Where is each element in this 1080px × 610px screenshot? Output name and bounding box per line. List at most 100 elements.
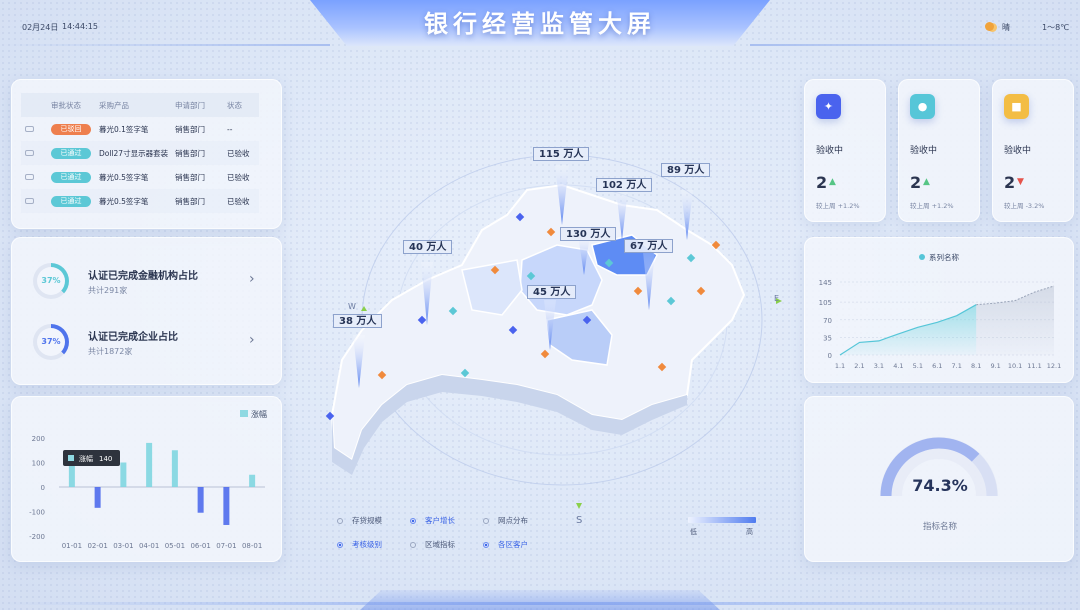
truck-icon: ■	[1004, 94, 1029, 119]
radio-icon[interactable]	[410, 518, 416, 524]
chevron-right-icon[interactable]: ›	[249, 332, 255, 348]
x-tick-label: 8.1	[971, 362, 981, 370]
kpi-value: 2	[816, 173, 828, 192]
area-future	[976, 286, 1054, 355]
x-tick-label: 01-01	[62, 542, 82, 550]
x-tick-label: 10.1	[1008, 362, 1022, 370]
map-region-base[interactable]	[330, 183, 746, 462]
x-tick-label: 02-01	[87, 542, 107, 550]
y-tick-label: 145	[819, 279, 832, 287]
x-tick-label: 05-01	[165, 542, 185, 550]
kpi-value: 2	[1004, 173, 1016, 192]
y-tick-label: 200	[32, 435, 45, 443]
legend-option-branches[interactable]: 网点分布	[483, 515, 528, 526]
bar-chart: 涨幅 200 100 0 -100 -200 01-01 02-01 03-01 04-01 05…	[29, 409, 267, 550]
x-tick-label: 3.1	[874, 362, 884, 370]
legend-label: 系列名称	[929, 252, 959, 262]
dept-cell: 销售部门	[175, 172, 205, 182]
approval-table: 审批状态 采购产品 申请部门 状态 已驳回 暮光0.1签字笔 销售部门 -- 已…	[21, 93, 259, 213]
compass-east: E	[774, 294, 780, 303]
temperature-text: 1～8℃	[1042, 23, 1070, 32]
legend-option-deposit[interactable]: 存贷规模	[337, 515, 382, 526]
user-group-icon: ●	[910, 94, 935, 119]
kpi-note: 较上周 -3.2%	[1004, 202, 1045, 210]
kpi-card[interactable]: ✦ 验收中 2 ▲ 较上周 +1.2%	[804, 79, 886, 222]
row-checkbox[interactable]	[25, 173, 34, 180]
map-region-lightblue[interactable]	[519, 244, 603, 316]
legend-option-region-index[interactable]: 区域指标	[410, 539, 455, 550]
table-header: 审批状态	[47, 93, 95, 117]
row-checkbox[interactable]	[25, 125, 34, 132]
bar	[249, 474, 256, 487]
dept-cell: 销售部门	[171, 189, 223, 213]
y-tick-label: -100	[29, 509, 45, 517]
y-tick-label: 35	[823, 334, 832, 342]
legend-option-assessment[interactable]: 考核级别	[337, 539, 382, 550]
table-row[interactable]: 已通过 暮光0.5签字笔 销售部门 已验收	[21, 189, 259, 213]
scale-low-label: 低	[690, 528, 697, 536]
ring-percent: 37%	[37, 328, 65, 356]
compass-south: S	[576, 515, 583, 526]
map-value-label: 40 万人	[403, 240, 453, 254]
x-tick-label: 08-01	[242, 542, 262, 550]
bar-chart-panel: 涨幅 200 100 0 -100 -200 01-01 02-01 03-01 04-01 05…	[11, 396, 282, 562]
radio-icon[interactable]	[483, 542, 489, 548]
x-tick-label: 11.1	[1027, 362, 1041, 370]
kpi-label: 验收中	[816, 146, 844, 156]
table-row[interactable]: 已通过 暮光0.5签字笔 销售部门 已验收	[21, 165, 259, 189]
trend-up-icon: ▲	[829, 177, 836, 187]
gauge-name: 指标名称	[922, 522, 957, 532]
bar	[197, 487, 204, 513]
map-value-label: 102 万人	[596, 178, 653, 192]
row-checkbox[interactable]	[25, 197, 34, 204]
kpi-note: 较上周 +1.2%	[816, 202, 860, 210]
weather-text: 晴	[1002, 23, 1010, 32]
y-tick-label: -200	[29, 533, 45, 541]
tooltip: 涨幅 140	[63, 450, 120, 466]
table-row[interactable]: 已通过 Doll27寸显示器套装 销售部门 已验收	[21, 141, 259, 165]
area-highlight	[840, 304, 977, 355]
gauge-value: 74.3%	[912, 476, 968, 495]
bar	[146, 442, 153, 487]
compass-west: W	[348, 302, 356, 311]
table-header: 状态	[223, 93, 259, 117]
legend-swatch	[240, 410, 248, 417]
legend-option-customer-growth[interactable]: 客户增长	[410, 515, 455, 526]
cert-enterprise-row[interactable]: 37% 认证已完成企业占比 共计1872家 ›	[33, 324, 273, 362]
handshake-icon: ✦	[816, 94, 841, 119]
sun-cloud-icon	[985, 22, 994, 31]
table-row[interactable]: 已驳回 暮光0.1签字笔 销售部门 --	[21, 117, 259, 141]
cert-title: 认证已完成金融机构占比	[88, 271, 198, 282]
header-line-left	[0, 44, 330, 46]
radio-icon[interactable]	[483, 518, 489, 524]
map-value-label: 130 万人	[560, 227, 617, 241]
map-value-label: 45 万人	[527, 285, 577, 299]
bar	[94, 487, 101, 508]
south-arrow-icon	[576, 503, 582, 509]
chevron-right-icon[interactable]: ›	[249, 271, 255, 287]
radio-icon[interactable]	[410, 542, 416, 548]
x-tick-label: 04-01	[139, 542, 159, 550]
state-cell: 已验收	[223, 141, 259, 165]
cert-institution-row[interactable]: 37% 认证已完成金融机构占比 共计291家 ›	[33, 263, 273, 301]
map-value-label: 89 万人	[661, 163, 711, 177]
kpi-card[interactable]: ● 验收中 2 ▲ 较上周 +1.2%	[898, 79, 980, 222]
state-cell: 已验收	[223, 189, 259, 213]
radio-icon[interactable]	[337, 518, 343, 524]
y-tick-label: 100	[32, 460, 45, 468]
kpi-card[interactable]: ■ 验收中 2 ▼ 较上周 -3.2%	[992, 79, 1074, 222]
table-header-row: 审批状态 采购产品 申请部门 状态	[21, 93, 259, 117]
status-badge: 已通过	[51, 147, 91, 159]
time-text: 14:44:15	[62, 22, 98, 31]
y-tick-label: 105	[819, 299, 832, 307]
date-text: 02月24日	[22, 23, 59, 32]
map-value-label: 67 万人	[624, 239, 674, 253]
legend-option-district-customers[interactable]: 各区客户	[483, 539, 528, 550]
trend-up-icon: ▲	[923, 177, 930, 187]
line-chart: 系列名称 145 105 70 35 01.1 2.1 3.1 4.1 5.1 6.1 7.1 8.1…	[819, 252, 1062, 370]
radio-icon[interactable]	[337, 542, 343, 548]
gauge-panel: 74.3% 指标名称	[804, 396, 1074, 562]
row-checkbox[interactable]	[25, 149, 34, 156]
bar	[171, 450, 178, 487]
footer-bar	[360, 590, 720, 610]
